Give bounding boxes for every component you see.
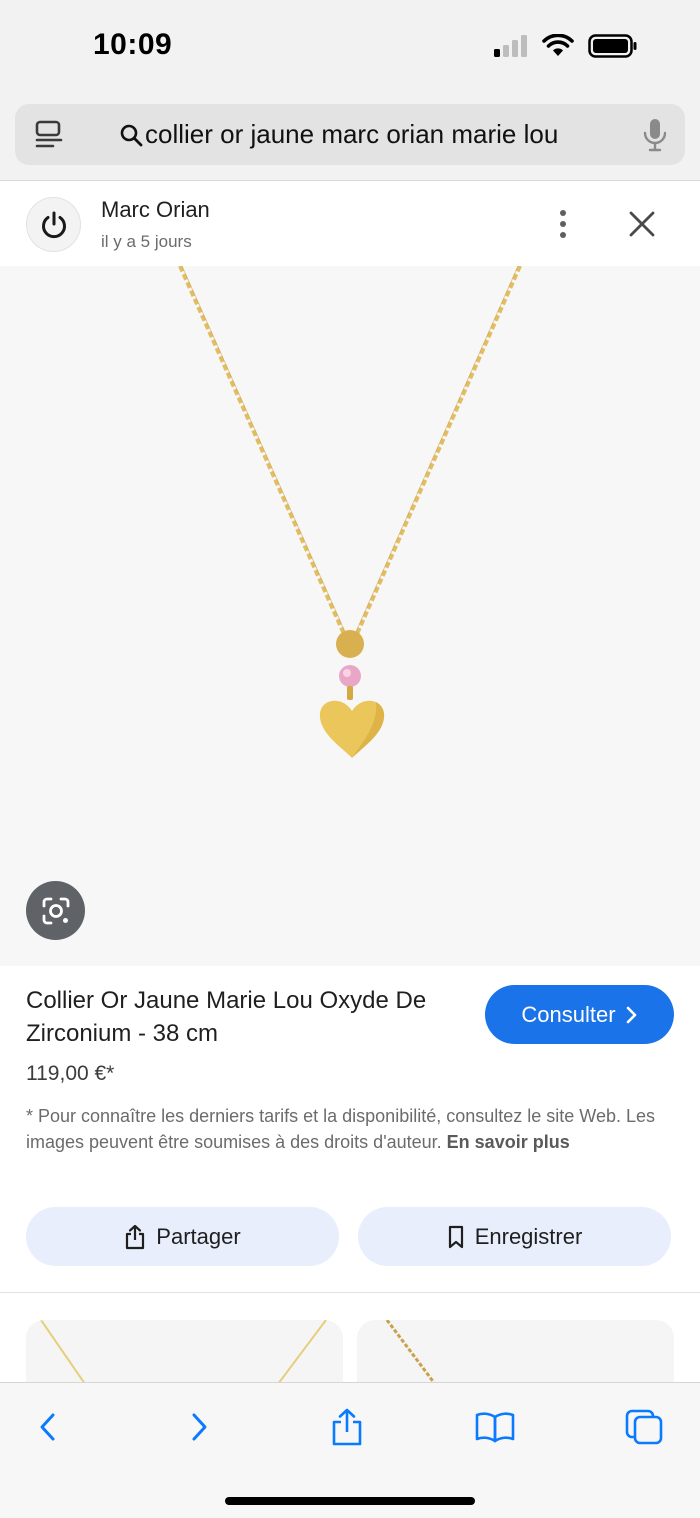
chevron-left-icon — [40, 1413, 55, 1441]
status-icons — [494, 34, 638, 58]
source-name[interactable]: Marc Orian — [101, 197, 210, 223]
open-book-icon — [475, 1412, 515, 1443]
browser-toolbar — [0, 1382, 700, 1518]
home-indicator — [225, 1497, 475, 1505]
source-header: Marc Orian il y a 5 jours — [0, 182, 700, 266]
address-query[interactable]: collier or jaune marc orian marie lou — [145, 119, 558, 150]
save-button-label: Enregistrer — [474, 1223, 583, 1249]
cellular-signal-icon — [494, 35, 527, 57]
product-price: 119,00 €* — [26, 1062, 115, 1085]
bookmark-icon — [448, 1225, 463, 1248]
tabs-icon — [625, 1409, 663, 1445]
wifi-icon — [542, 34, 574, 56]
necklace-image — [178, 266, 522, 758]
status-time: 10:09 — [93, 28, 173, 61]
google-lens-icon — [42, 897, 69, 924]
toolbar-share-button[interactable] — [325, 1405, 369, 1449]
chevron-right-icon — [192, 1413, 207, 1441]
forward-button[interactable] — [178, 1405, 222, 1449]
share-button[interactable]: Partager — [26, 1207, 339, 1266]
browser-top-bar: collier or jaune marc orian marie lou — [0, 95, 700, 181]
battery-icon — [588, 34, 637, 58]
status-bar: 10:09 — [0, 0, 700, 95]
product-image[interactable] — [0, 266, 700, 966]
section-divider — [0, 1292, 700, 1293]
save-button[interactable]: Enregistrer — [358, 1207, 671, 1266]
more-vertical-icon[interactable] — [548, 204, 578, 244]
bookmarks-button[interactable] — [473, 1405, 517, 1449]
learn-more-link[interactable]: En savoir plus — [447, 1132, 570, 1152]
close-icon[interactable] — [622, 204, 662, 244]
chevron-right-icon — [626, 1006, 636, 1023]
tabs-button[interactable] — [622, 1405, 666, 1449]
back-button[interactable] — [25, 1405, 69, 1449]
source-time: il y a 5 jours — [101, 232, 192, 251]
microphone-icon[interactable] — [643, 118, 667, 152]
power-icon — [41, 211, 66, 238]
disclaimer: * Pour connaître les derniers tarifs et … — [26, 1103, 666, 1155]
reader-mode-icon[interactable] — [35, 120, 63, 150]
address-bar[interactable]: collier or jaune marc orian marie lou — [15, 104, 685, 165]
visit-button[interactable]: Consulter — [485, 985, 674, 1044]
share-icon — [332, 1408, 362, 1446]
source-logo[interactable] — [26, 197, 81, 252]
visit-button-label: Consulter — [521, 1001, 616, 1027]
share-icon — [126, 1224, 145, 1249]
product-title[interactable]: Collier Or Jaune Marie Lou Oxyde De Zirc… — [26, 984, 466, 1050]
google-lens-button[interactable] — [26, 881, 85, 940]
search-icon — [120, 124, 143, 147]
share-button-label: Partager — [156, 1223, 241, 1249]
